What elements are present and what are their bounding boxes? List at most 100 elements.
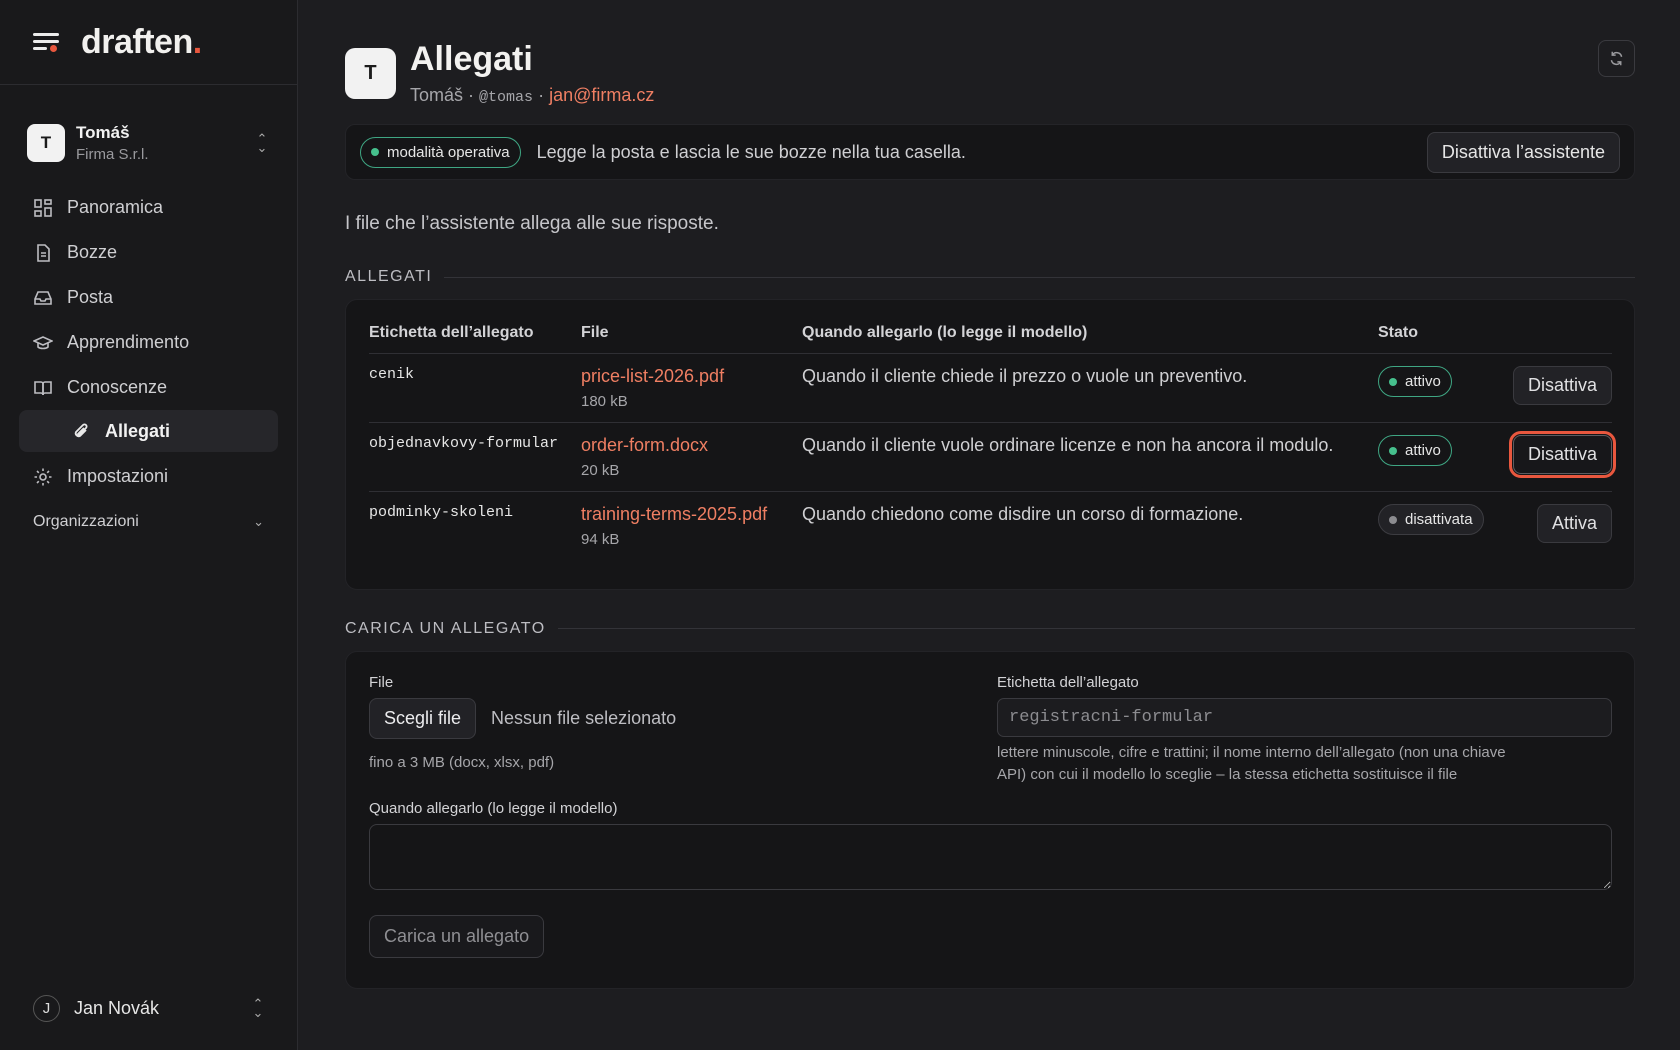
file-size: 180 kB: [581, 393, 628, 410]
account-email[interactable]: jan@firma.cz: [549, 85, 654, 105]
attachments-table: Etichetta dell’allegato File Quando alle…: [369, 324, 1617, 561]
status-badge: attivo: [1378, 435, 1452, 466]
account-avatar: T: [345, 48, 396, 99]
when-textarea[interactable]: [369, 823, 1612, 890]
chevron-down-icon: ⌄: [253, 514, 264, 529]
upload-section-heading: CARICA UN ALLEGATO: [345, 620, 1635, 638]
organizations-toggle[interactable]: Organizzazioni ⌄: [0, 502, 297, 542]
choose-file-button[interactable]: Scegli file: [369, 697, 477, 739]
section-title: ALLEGATI: [345, 268, 433, 285]
page-description: I file che l’assistente allega alle sue …: [345, 213, 719, 234]
account-handle: @tomas: [479, 89, 534, 106]
file-size: 20 kB: [581, 462, 620, 479]
tag-field-label: Etichetta dell’allegato: [997, 673, 1139, 691]
sidebar-item-panoramica[interactable]: Panoramica: [19, 185, 278, 230]
separator: ·: [468, 85, 475, 105]
table-row: podminky-skoleni training-terms-2025.pdf…: [369, 492, 1612, 561]
status-label: attivo: [1405, 442, 1441, 459]
mode-label: modalità operativa: [387, 143, 510, 161]
mode-badge: modalità operativa: [360, 136, 521, 168]
main-content: T Allegati Tomáš · @tomas · jan@firma.cz…: [345, 0, 1635, 989]
status-dot: [1389, 446, 1397, 455]
org-switcher[interactable]: T Tomáš Firma S.r.l. ⌃ ⌄: [0, 104, 297, 182]
sidebar: draften. T Tomáš Firma S.r.l. ⌃ ⌄ Panoram…: [0, 0, 298, 1050]
attach-condition: Quando il cliente chiede il prezzo o vuo…: [802, 353, 1378, 423]
status-dot: [1389, 377, 1397, 386]
table-row: cenik price-list-2026.pdf 180 kB Quando …: [369, 353, 1612, 423]
column-header: Quando allegarlo (lo legge il modello): [802, 324, 1378, 354]
sidebar-item-label: Conoscenze: [67, 377, 168, 397]
attachment-label: podminky-skoleni: [369, 504, 514, 521]
attachments-section-heading: ALLEGATI: [345, 268, 1635, 286]
attachment-label: cenik: [369, 353, 581, 423]
inbox-icon: [33, 288, 53, 308]
file-picker: Scegli file Nessun file selezionato: [369, 697, 997, 739]
sidebar-item-label: Impostazioni: [67, 466, 169, 486]
organizations-label: Organizzazioni: [33, 513, 139, 530]
sidebar-item-label: Apprendimento: [67, 332, 190, 352]
column-header: Stato: [1378, 324, 1488, 354]
user-menu[interactable]: J Jan Novák ⌃ ⌄: [0, 984, 298, 1032]
sidebar-item-label: Posta: [67, 287, 114, 307]
menu-icon[interactable]: [33, 31, 59, 53]
section-title: CARICA UN ALLEGATO: [345, 619, 546, 637]
gear-icon: [33, 467, 53, 487]
file-link[interactable]: training-terms-2025.pdf: [581, 504, 802, 525]
when-field-label: Quando allegarlo (lo legge il modello): [369, 799, 618, 817]
attach-condition: Quando il cliente vuole ordinare licenze…: [802, 422, 1378, 492]
attachment-label: objednavkovy-formular: [369, 422, 581, 492]
column-header: File: [581, 324, 802, 354]
paperclip-icon: [74, 423, 88, 438]
file-size: 94 kB: [581, 531, 620, 548]
deactivate-button[interactable]: Disattiva: [1508, 431, 1617, 478]
status-dot: [371, 148, 379, 156]
sidebar-item-label: Panoramica: [67, 197, 164, 217]
org-avatar: T: [27, 124, 65, 162]
table-row: objednavkovy-formular order-form.docx 20…: [369, 422, 1617, 492]
no-file-text: Nessun file selezionato: [491, 707, 677, 728]
assistant-banner: modalità operativa Legge la posta e lasc…: [345, 124, 1635, 180]
attachment-tag-input[interactable]: [997, 697, 1612, 737]
graduation-cap-icon: [33, 333, 53, 353]
file-field-label: File: [369, 673, 394, 691]
sidebar-item-posta[interactable]: Posta: [19, 275, 278, 320]
sidebar-item-impostazioni[interactable]: Impostazioni: [19, 454, 278, 499]
separator: ·: [538, 85, 545, 105]
attach-condition: Quando chiedono come disdire un corso di…: [802, 504, 1244, 524]
upload-attachment-button[interactable]: Carica un allegato: [369, 914, 545, 958]
brand-logo[interactable]: draften.: [81, 23, 202, 62]
page-title: Allegati: [410, 40, 533, 78]
user-avatar: J: [33, 994, 60, 1022]
refresh-button[interactable]: [1598, 40, 1635, 77]
column-header: Etichetta dell’allegato: [369, 324, 581, 354]
page-header: T Allegati Tomáš · @tomas · jan@firma.cz: [345, 40, 1635, 110]
sidebar-item-allegati[interactable]: Allegati: [19, 410, 278, 452]
refresh-icon: [1610, 51, 1623, 66]
status-dot: [1389, 515, 1397, 524]
column-header-actions: [1488, 324, 1612, 354]
file-link[interactable]: price-list-2026.pdf: [581, 366, 802, 387]
sidebar-item-label: Bozze: [67, 242, 118, 262]
sidebar-item-conoscenze[interactable]: Conoscenze: [19, 365, 278, 410]
upload-form: File Scegli file Nessun file selezionato…: [345, 650, 1635, 989]
sidebar-item-bozze[interactable]: Bozze: [19, 230, 278, 275]
status-label: disattivata: [1405, 511, 1473, 528]
sidebar-item-label: Allegati: [105, 420, 171, 441]
user-name: Jan Novák: [74, 997, 160, 1018]
activate-button[interactable]: Attiva: [1536, 504, 1612, 543]
chevron-up-down-icon: ⌃ ⌄: [252, 996, 264, 1020]
status-badge: attivo: [1378, 366, 1452, 397]
file-hint: fino a 3 MB (docx, xlsx, pdf): [369, 753, 555, 771]
brand-bar: draften.: [0, 0, 297, 85]
file-link[interactable]: order-form.docx: [581, 435, 802, 456]
sidebar-item-apprendimento[interactable]: Apprendimento: [19, 320, 278, 365]
org-name: Tomáš: [76, 123, 130, 142]
banner-text: Legge la posta e lascia le sue bozze nel…: [536, 141, 966, 162]
status-label: attivo: [1405, 373, 1441, 390]
chevron-up-down-icon: ⌃ ⌄: [256, 131, 268, 155]
attachments-table-card: Etichetta dell’allegato File Quando alle…: [345, 299, 1635, 590]
deactivate-button[interactable]: Disattiva: [1512, 366, 1612, 405]
sidebar-nav: Panoramica Bozze Posta Apprendimento Con…: [0, 185, 297, 499]
disable-assistant-button[interactable]: Disattiva l’assistente: [1426, 131, 1620, 173]
tag-hint: lettere minuscole, cifre e trattini; il …: [997, 743, 1506, 783]
